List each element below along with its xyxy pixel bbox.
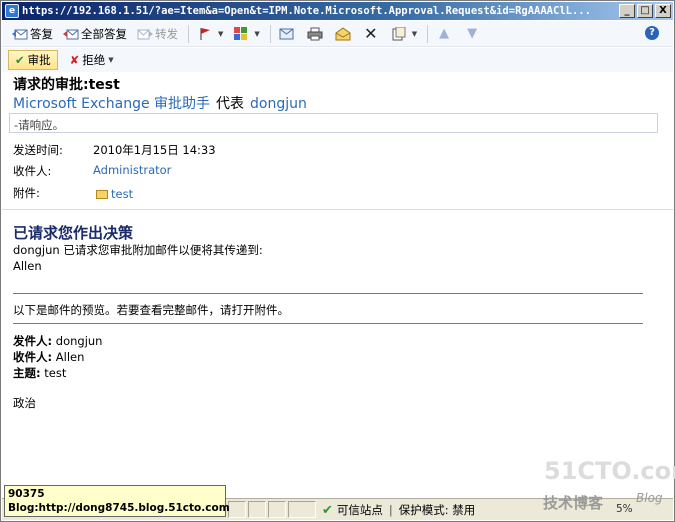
zoom-level[interactable]: 5% (616, 503, 633, 515)
toolbar-separator (269, 24, 271, 43)
header-divider (2, 209, 673, 210)
preview-subject-label: 主题: (13, 366, 41, 380)
delete-icon: ✕ (364, 24, 378, 43)
preview-divider-bottom (13, 323, 643, 324)
reject-button[interactable]: ✘ 拒绝 ▼ (64, 50, 120, 70)
behalf-user[interactable]: dongjun (250, 96, 307, 112)
to-recipient-link[interactable]: Administrator (93, 163, 171, 177)
flag-button[interactable]: ▼ (193, 24, 227, 44)
toolbar-separator (427, 24, 429, 43)
chevron-down-icon: ▼ (218, 29, 224, 38)
security-zone[interactable]: ✔ 可信站点 | 保护模式: 禁用 (322, 502, 475, 518)
sender-name[interactable]: Microsoft Exchange 审批助手 (13, 96, 210, 112)
categories-button[interactable]: ▼ (229, 24, 263, 44)
preview-note: 以下是邮件的预览。若要查看完整邮件，请打开附件。 (13, 303, 289, 317)
preview-to: 收件人: Allen (13, 349, 84, 365)
move-button[interactable]: ▼ (387, 24, 421, 44)
trusted-check-icon: ✔ (322, 502, 333, 518)
overlay-id: 90375 (8, 488, 45, 500)
forward-label: 转发 (155, 26, 178, 41)
response-note: -请响应。 (9, 113, 658, 133)
recipient-text: Allen (13, 259, 42, 273)
status-pane (228, 501, 246, 518)
preview-from-value: dongjun (55, 334, 103, 348)
ie-icon: e (5, 4, 19, 18)
preview-from-label: 发件人: (13, 334, 53, 348)
watermark-blog: Blog (636, 491, 663, 505)
to-label: 收件人: (13, 164, 52, 178)
minimize-button[interactable]: _ (619, 4, 635, 18)
reply-button[interactable]: 答复 (8, 24, 57, 44)
open-envelope-icon (335, 26, 351, 42)
sent-value: 2010年1月15日 14:33 (93, 143, 216, 157)
approval-toolbar: ✔ 审批 ✘ 拒绝 ▼ (2, 48, 673, 72)
blog-overlay: 90375 Blog:http://dong8745.blog.51cto.co… (4, 485, 230, 517)
window-title: https://192.168.1.51/?ae=Item&a=Open&t=I… (22, 5, 591, 17)
preview-subject-value: test (44, 366, 67, 380)
up-arrow-icon: ▲ (439, 26, 450, 41)
attachment-name: test (111, 187, 134, 201)
preview-to-label: 收件人: (13, 350, 53, 364)
chevron-down-icon: ▼ (254, 29, 260, 38)
reply-all-label: 全部答复 (81, 26, 127, 41)
print-button[interactable] (303, 24, 329, 44)
check-icon: ✔ (15, 53, 25, 67)
status-pane (288, 501, 316, 518)
next-item-button[interactable]: ▼ (460, 24, 486, 44)
browser-window: e https://192.168.1.51/?ae=Item&a=Open&t… (0, 0, 675, 522)
previous-item-button[interactable]: ▲ (432, 24, 458, 44)
preview-to-value: Allen (55, 350, 85, 364)
forward-button[interactable]: 转发 (133, 24, 182, 44)
reply-icon (12, 26, 28, 42)
reply-all-icon (63, 26, 79, 42)
down-arrow-icon: ▼ (467, 26, 478, 41)
open-mail-button[interactable] (331, 24, 357, 44)
reply-label: 答复 (30, 26, 53, 41)
flag-icon (197, 26, 213, 42)
maximize-button[interactable]: □ (637, 4, 653, 18)
move-to-folder-button[interactable] (275, 24, 301, 44)
attachment-label: 附件: (13, 186, 40, 200)
preview-divider-top (13, 293, 643, 294)
forward-icon (137, 26, 153, 42)
reject-label: 拒绝 (82, 53, 106, 67)
status-separator: | (388, 503, 393, 517)
message-subject: 请求的审批:test (13, 77, 120, 93)
categories-icon (233, 26, 249, 42)
overlay-blog-url: Blog:http://dong8745.blog.51cto.com (8, 502, 230, 514)
protected-mode-label: 保护模式: 禁用 (398, 503, 476, 517)
chevron-down-icon: ▼ (108, 56, 114, 64)
envelope-icon (96, 190, 108, 199)
watermark-logo: 51CTO.com (544, 457, 675, 485)
printer-icon (307, 26, 323, 42)
decision-heading: 已请求您作出决策 (13, 224, 134, 242)
request-text: dongjun 已请求您审批附加邮件以便将其传递到: (13, 243, 263, 257)
status-pane (248, 501, 266, 518)
zone-label: 可信站点 (336, 503, 383, 517)
title-bar: e https://192.168.1.51/?ae=Item&a=Open&t… (2, 2, 673, 20)
preview-subject: 主题: test (13, 365, 66, 381)
reply-all-button[interactable]: 全部答复 (59, 24, 131, 44)
message-toolbar: 答复 全部答复 转发 ▼ ▼ ✕ ▼ ▲ ▼ ? (2, 21, 673, 47)
approve-button[interactable]: ✔ 审批 (8, 50, 58, 70)
move-icon (391, 26, 407, 42)
preview-content: 政治 (13, 396, 36, 410)
x-icon: ✘ (69, 53, 80, 67)
status-pane (268, 501, 286, 518)
close-button[interactable]: X (655, 4, 671, 18)
delete-button[interactable]: ✕ (359, 24, 385, 44)
chevron-down-icon: ▼ (411, 29, 418, 38)
envelope-move-icon (279, 26, 295, 42)
window-controls: _ □ X (619, 4, 671, 18)
toolbar-separator (188, 24, 189, 43)
sent-label: 发送时间: (13, 143, 63, 157)
preview-from: 发件人: dongjun (13, 333, 102, 349)
help-icon[interactable]: ? (645, 26, 659, 40)
on-behalf-label: 代表 (216, 96, 245, 112)
approve-label: 审批 (27, 53, 51, 67)
watermark-tagline: 技术博客 (543, 494, 604, 512)
attachment-link[interactable]: test (96, 187, 133, 201)
sender-line: Microsoft Exchange 审批助手 代表 dongjun (13, 93, 307, 113)
